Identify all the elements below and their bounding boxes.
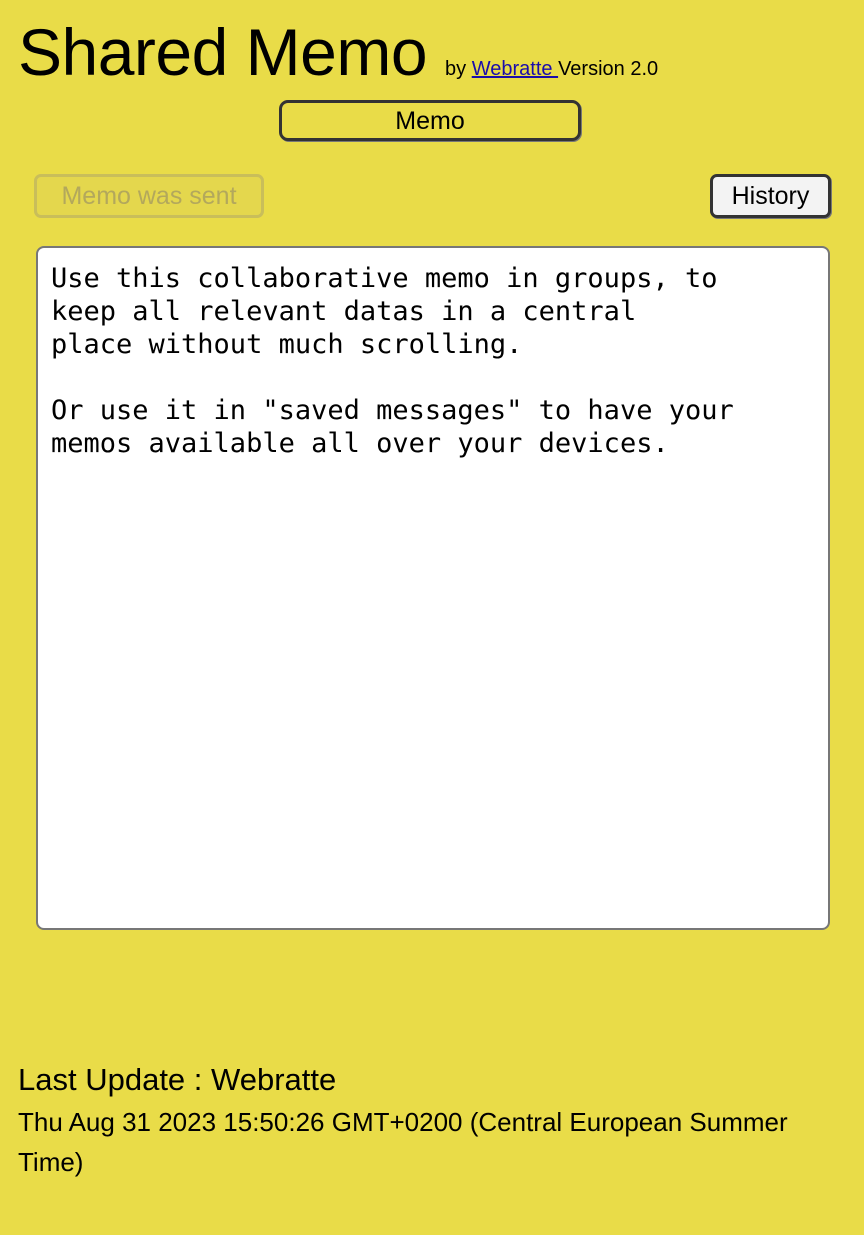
last-update-label: Last Update : Webratte (18, 1062, 337, 1097)
last-update-timestamp: Thu Aug 31 2023 15:50:26 GMT+0200 (Centr… (18, 1107, 788, 1177)
app-title: Shared Memo (18, 15, 428, 89)
app-header: Shared Memo by Webratte Version 2.0 (18, 14, 658, 90)
memo-sent-status-button: Memo was sent (34, 174, 264, 218)
author-link[interactable]: Webratte (472, 58, 558, 80)
version-label: Version 2.0 (558, 58, 659, 80)
byline-prefix: by (445, 58, 467, 80)
memo-textarea[interactable]: Use this collaborative memo in groups, t… (36, 246, 830, 930)
memo-tab-button[interactable]: Memo (279, 100, 581, 141)
byline: by Webratte Version 2.0 (445, 58, 658, 81)
history-button[interactable]: History (710, 174, 831, 218)
